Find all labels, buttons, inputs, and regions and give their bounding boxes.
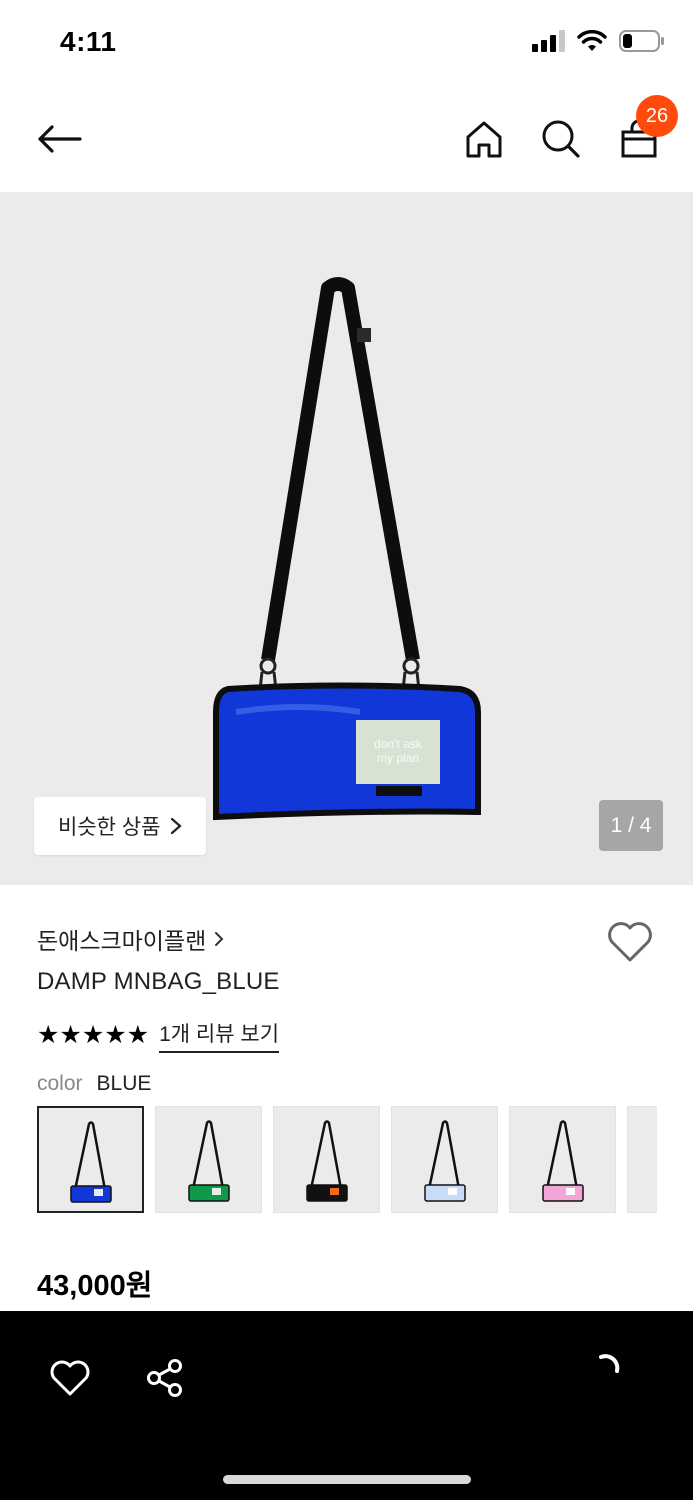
chevron-right-icon bbox=[215, 932, 224, 946]
bag-strap bbox=[261, 277, 420, 662]
product-price: 43,000원 bbox=[37, 1270, 153, 1302]
heart-outline-icon bbox=[608, 922, 652, 962]
status-icons bbox=[531, 30, 665, 52]
color-swatch-pink[interactable] bbox=[509, 1106, 616, 1213]
chevron-right-icon bbox=[171, 817, 183, 835]
rating-stars: ★★★★★ bbox=[37, 1021, 150, 1049]
brand-name: 돈애스크마이플랜 bbox=[37, 928, 207, 954]
rating-row: ★★★★★ 1개 리뷰 보기 bbox=[37, 1018, 280, 1053]
status-bar: 4:11 bbox=[0, 0, 693, 84]
home-indicator[interactable] bbox=[223, 1475, 471, 1484]
product-image: don't ask my plan bbox=[213, 277, 481, 821]
share-button[interactable] bbox=[140, 1353, 190, 1403]
back-button[interactable] bbox=[34, 114, 84, 164]
cart-count-badge: 26 bbox=[636, 95, 678, 137]
color-swatch-blue[interactable] bbox=[37, 1106, 144, 1213]
svg-text:my plan: my plan bbox=[377, 751, 419, 765]
search-button[interactable] bbox=[536, 114, 586, 164]
search-icon bbox=[542, 120, 580, 158]
home-icon bbox=[466, 121, 502, 158]
reviews-link[interactable]: 1개 리뷰 보기 bbox=[159, 1018, 280, 1053]
image-page-counter: 1 / 4 bbox=[599, 800, 663, 851]
product-name: DAMP MNBAG_BLUE bbox=[37, 968, 280, 995]
home-button[interactable] bbox=[459, 114, 509, 164]
similar-products-label: 비슷한 상품 bbox=[58, 816, 161, 839]
brand-link[interactable]: 돈애스크마이플랜 bbox=[37, 922, 224, 956]
color-swatches bbox=[37, 1106, 657, 1214]
heart-icon bbox=[50, 1360, 90, 1396]
selected-color-value: BLUE bbox=[96, 1072, 152, 1095]
color-swatch-light-blue[interactable] bbox=[391, 1106, 498, 1213]
status-time: 4:11 bbox=[60, 26, 117, 57]
app-header bbox=[0, 84, 693, 192]
svg-text:don't ask: don't ask bbox=[374, 737, 423, 751]
back-arrow-icon bbox=[38, 125, 82, 153]
wishlist-button[interactable] bbox=[606, 920, 654, 969]
swatch-image bbox=[188, 1120, 230, 1202]
color-swatch-green[interactable] bbox=[155, 1106, 262, 1213]
bottom-action-bar bbox=[0, 1311, 693, 1500]
swatch-image bbox=[70, 1121, 112, 1203]
product-image-carousel[interactable]: don't ask my plan 비슷한 상품 1 / 4 bbox=[0, 192, 693, 885]
swatch-image bbox=[542, 1120, 584, 1202]
swatch-image bbox=[424, 1120, 466, 1202]
swatch-image bbox=[306, 1120, 348, 1202]
color-key-label: color bbox=[37, 1072, 83, 1095]
color-row: color BLUE bbox=[37, 1072, 151, 1096]
battery-icon bbox=[619, 30, 664, 52]
like-button[interactable] bbox=[45, 1353, 95, 1403]
color-swatch-black[interactable] bbox=[273, 1106, 380, 1213]
similar-products-button[interactable]: 비슷한 상품 bbox=[34, 797, 207, 855]
share-icon bbox=[147, 1359, 182, 1397]
cellular-signal-icon bbox=[532, 30, 565, 52]
color-swatch-more[interactable] bbox=[627, 1106, 657, 1213]
wifi-icon bbox=[577, 30, 607, 51]
loading-spinner-icon bbox=[599, 1354, 620, 1373]
